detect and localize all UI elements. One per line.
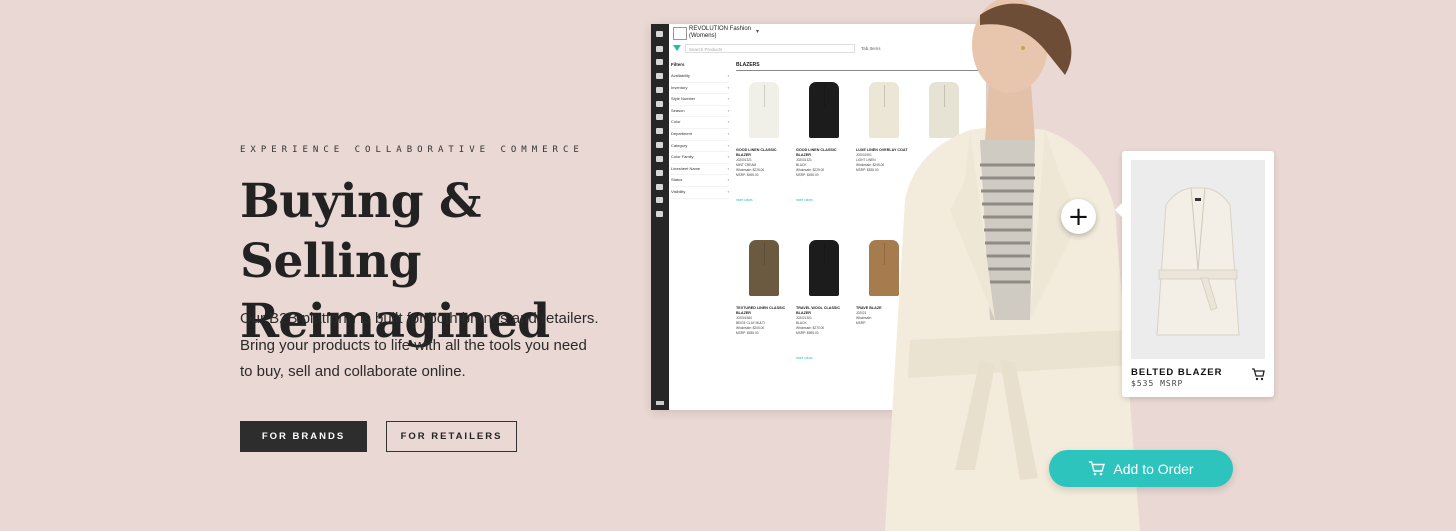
- cart-icon: [1089, 461, 1106, 476]
- filter-label: Season: [671, 107, 685, 113]
- product-name: TEXTURED LINEN CLASSIC BLAZER: [736, 306, 786, 315]
- hero-description: Our B2B platform is built for both brand…: [240, 310, 599, 380]
- document-icon: [656, 156, 663, 162]
- filter-label: Visibility: [671, 188, 686, 194]
- catalog-icon: [656, 59, 663, 65]
- brand-selector[interactable]: REVOLUTION Fashion (Womens): [689, 26, 754, 40]
- product-msrp: MSRP: $455.00: [736, 331, 759, 335]
- filter-label: Color Family: [671, 154, 694, 160]
- product-card-price: $535 MSRP: [1131, 379, 1184, 388]
- filter-row[interactable]: Linesheet Name ‹: [671, 164, 729, 176]
- plus-icon: +: [1067, 201, 1090, 232]
- filter-row[interactable]: Visibility ‹: [671, 187, 729, 199]
- chevron-left-icon: ‹: [727, 142, 729, 148]
- product-tile[interactable]: TEXTURED LINEN CLASSIC BLAZER J02001584 BE…: [736, 234, 792, 356]
- card-pointer: [1115, 203, 1122, 217]
- chevron-left-icon: ‹: [727, 119, 729, 125]
- filter-row[interactable]: Season ‹: [671, 106, 729, 118]
- megaphone-icon: [656, 197, 663, 203]
- more-colors-link[interactable]: more colors: [736, 198, 792, 202]
- filter-label: Style Number: [671, 96, 696, 102]
- filters-title: Filters: [671, 62, 685, 67]
- for-retailers-button[interactable]: FOR RETAILERS: [386, 421, 517, 452]
- filter-label: Status: [671, 177, 683, 183]
- product-tile[interactable]: GOOD LINEN CLASSIC BLAZER J02001321 MINT C…: [736, 76, 792, 202]
- product-msrp: MSRP: $495.00: [736, 173, 759, 177]
- linesheet-icon: [656, 73, 663, 79]
- chevron-left-icon: ‹: [727, 154, 729, 160]
- chevron-left-icon: ‹: [727, 165, 729, 171]
- orders-icon: [656, 101, 663, 107]
- filter-label: Inventory: [671, 84, 688, 90]
- product-image: [736, 234, 792, 296]
- cart-icon[interactable]: [1251, 368, 1265, 381]
- filter-row[interactable]: Status ‹: [671, 175, 729, 187]
- add-to-order-label: Add to Order: [1113, 460, 1194, 477]
- filter-label: Color: [671, 119, 681, 125]
- brand-logo: [673, 27, 687, 40]
- chevron-left-icon: ‹: [727, 96, 729, 102]
- product-name: GOOD LINEN CLASSIC BLAZER: [736, 148, 777, 157]
- gear-icon: [656, 211, 663, 217]
- filter-icon[interactable]: [673, 45, 681, 51]
- filter-row[interactable]: Department ‹: [671, 129, 729, 141]
- chevron-left-icon: ‹: [727, 177, 729, 183]
- chart-icon: [656, 184, 663, 190]
- users-icon: [656, 114, 663, 120]
- chevron-left-icon: ‹: [727, 73, 729, 78]
- filter-row[interactable]: Inventory ‹: [671, 83, 729, 95]
- product-card-name: BELTED BLAZER: [1131, 367, 1223, 378]
- box-icon: [656, 142, 663, 148]
- home-icon: [656, 31, 663, 37]
- filter-label: Department: [671, 130, 692, 136]
- filter-label: Linesheet Name: [671, 165, 701, 171]
- add-to-order-button[interactable]: Add to Order: [1049, 450, 1233, 487]
- image-icon: [656, 170, 663, 176]
- list-icon: [656, 128, 663, 134]
- for-brands-button[interactable]: FOR BRANDS: [240, 421, 367, 452]
- chevron-left-icon: ‹: [727, 188, 729, 194]
- filter-label: Category: [671, 142, 688, 148]
- filters-panel: Filters Availability ‹ Inventory ‹ Style Num…: [671, 62, 729, 199]
- product-card-image: [1131, 160, 1265, 359]
- hero-eyebrow: EXPERIENCE COLLABORATIVE COMMERCE: [240, 145, 584, 155]
- product-card[interactable]: BELTED BLAZER $535 MSRP: [1115, 151, 1274, 397]
- chevron-left-icon: ‹: [727, 130, 729, 136]
- app-sidebar-rail: [651, 24, 669, 410]
- filter-row[interactable]: Color Family ‹: [671, 152, 729, 164]
- chevron-down-icon[interactable]: ▾: [756, 28, 759, 35]
- filter-row[interactable]: Category ‹: [671, 141, 729, 153]
- filter-label: Availability: [671, 73, 690, 78]
- message-icon: [656, 87, 663, 93]
- chevron-left-icon: ‹: [727, 84, 729, 90]
- filter-row[interactable]: Style Number ‹: [671, 94, 729, 106]
- tag-icon: [656, 46, 663, 52]
- add-hotspot-button[interactable]: +: [1061, 199, 1096, 234]
- headline-line-1: Buying & Selling: [240, 174, 481, 289]
- chevron-left-icon: ‹: [727, 107, 729, 113]
- filter-row[interactable]: Color ‹: [671, 117, 729, 129]
- product-image: [736, 76, 792, 138]
- filter-row[interactable]: Availability ‹: [671, 71, 729, 83]
- keyboard-icon: [656, 401, 664, 405]
